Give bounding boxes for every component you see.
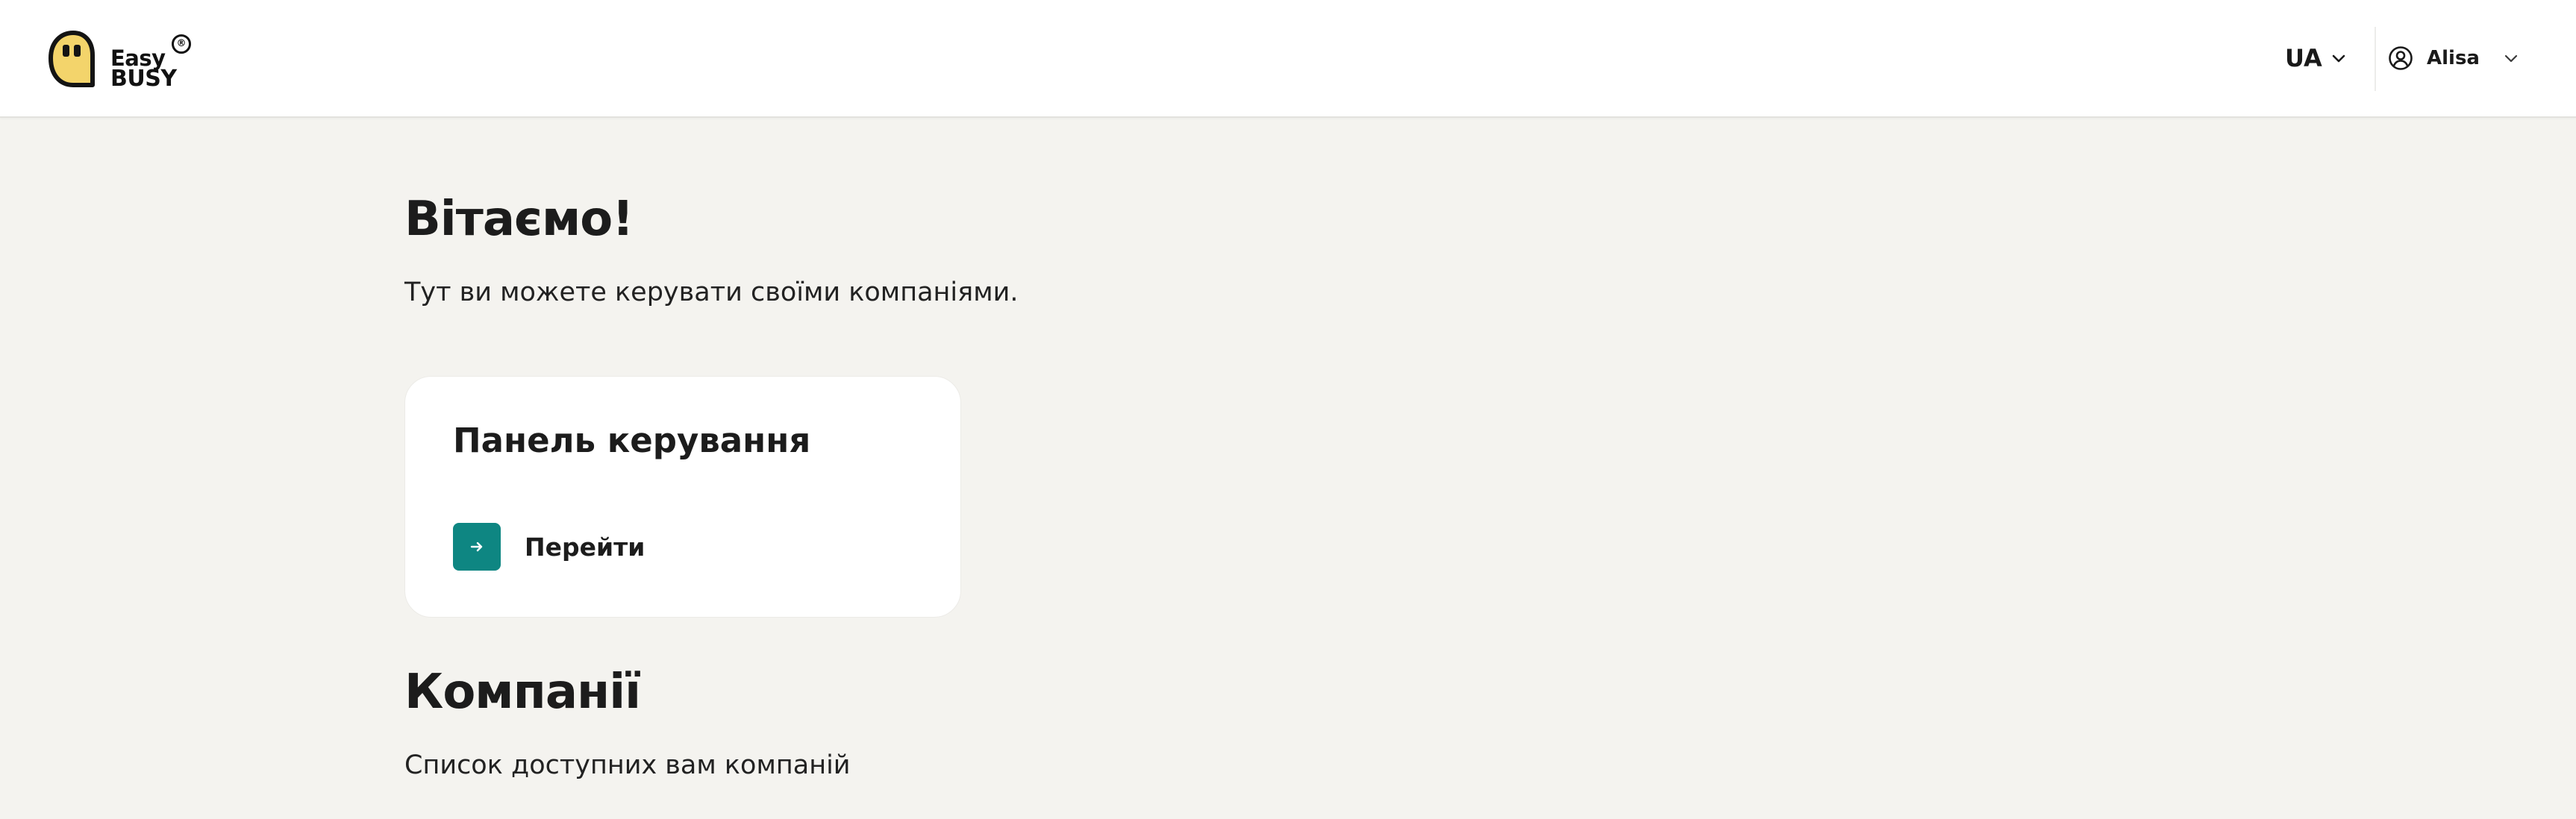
chevron-down-icon (2504, 54, 2518, 63)
user-circle-icon (2389, 46, 2413, 70)
registered-mark: ® (172, 34, 191, 54)
dashboard-card-title: Панель керування (453, 421, 811, 460)
language-selector[interactable]: UA (2285, 39, 2348, 78)
header-divider (2375, 27, 2376, 91)
easy-busy-logo[interactable]: Easy BUSY ® (45, 28, 194, 91)
welcome-subtitle: Тут ви можете керувати своїми компаніями… (404, 277, 1019, 307)
go-to-dashboard-link[interactable]: Перейти (453, 523, 645, 571)
user-name: Alisa (2427, 47, 2480, 69)
welcome-title: Вітаємо! (404, 192, 634, 247)
arrow-right-icon (470, 542, 483, 552)
go-button-label: Перейти (525, 532, 645, 562)
dashboard-card: Панель керування Перейти (404, 376, 961, 618)
companies-subtitle: Список доступних вам компаній (404, 750, 851, 780)
logo-quote-icon (49, 31, 95, 87)
companies-title: Компанії (404, 665, 641, 720)
language-selected: UA (2285, 44, 2322, 72)
top-header: Easy BUSY ® UA Alisa (0, 0, 2576, 118)
chevron-down-icon (2332, 54, 2345, 63)
logo-word-busy: BUSY (110, 66, 177, 92)
user-menu[interactable]: Alisa (2388, 39, 2520, 78)
go-button[interactable] (453, 523, 501, 571)
logo-wordmark: Easy BUSY (110, 48, 177, 90)
